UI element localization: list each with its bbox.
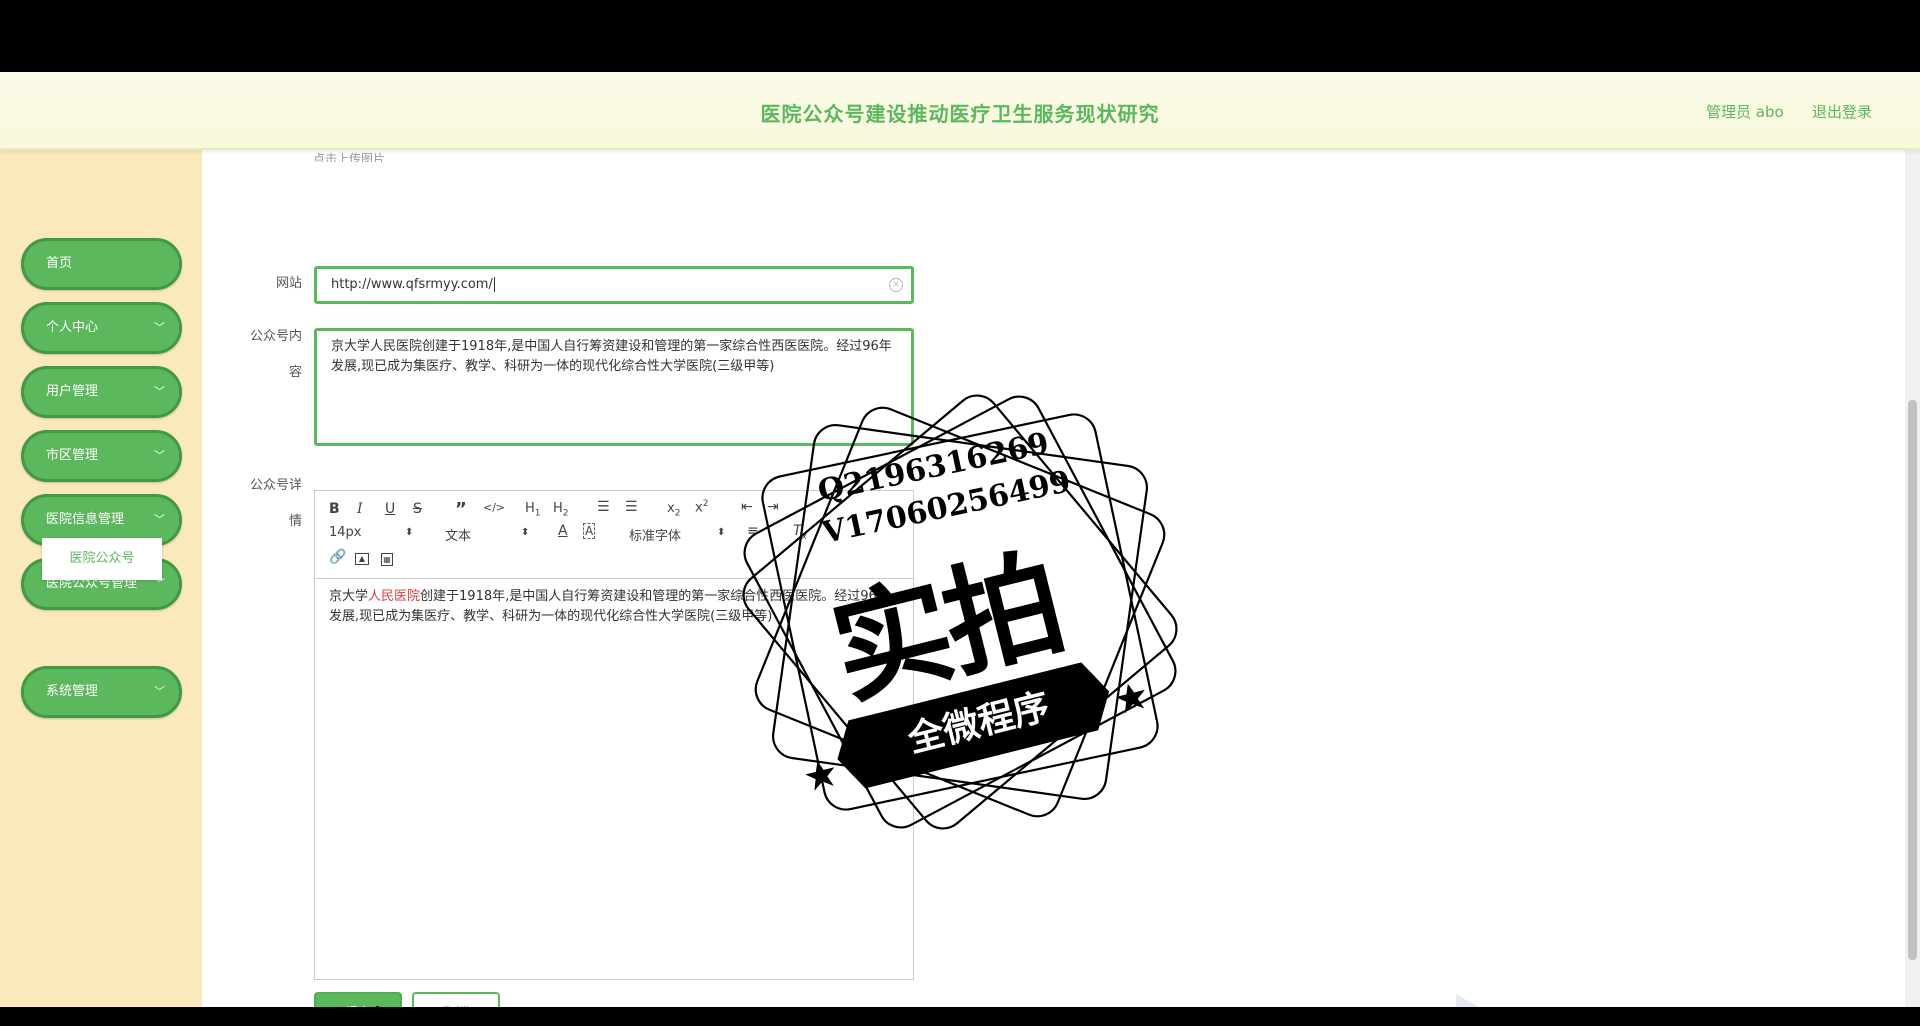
app-window: 医院公众号建设推动医疗卫生服务现状研究 管理员 abo 退出登录 首页 个人中心… [0, 72, 1920, 1007]
strikethrough-icon[interactable]: S [413, 501, 422, 517]
content-textarea[interactable]: 京大学人民医院创建于1918年,是中国人自行筹资建设和管理的第一家综合性西医医院… [314, 328, 914, 446]
page-title: 医院公众号建设推动医疗卫生服务现状研究 [760, 102, 1160, 126]
paragraph-value: 文本 [445, 529, 472, 544]
submit-button[interactable]: 提交 [314, 992, 402, 1007]
link-icon[interactable]: 🔗 [329, 549, 346, 565]
heading1-icon[interactable]: H1 [525, 501, 541, 519]
subscript-icon[interactable]: x2 [667, 501, 680, 519]
sidebar: 首页 个人中心 ﹀ 用户管理 ﹀ 市区管理 ﹀ 医院信息管理 ﹀ 医院公众号管理… [0, 150, 202, 1007]
italic-icon[interactable]: I [357, 501, 363, 517]
code-icon[interactable]: </> [483, 501, 505, 514]
image-icon[interactable]: ▲ [355, 553, 369, 565]
content-label-line1: 公众号内 [249, 329, 302, 344]
chevron-down-icon: ﹀ [154, 449, 165, 462]
website-input[interactable]: http://www.qfsrmyy.com/ × [314, 266, 914, 304]
upload-hint: 点击上传图片 [313, 152, 386, 162]
content-label: 公众号内 容 [232, 327, 302, 383]
font-family-value: 标准字体 [629, 529, 682, 544]
sidebar-item-home[interactable]: 首页 [21, 238, 182, 290]
sidebar-item-label: 医院信息管理 [46, 512, 125, 527]
black-bar-bottom [0, 1007, 1920, 1026]
editor-toolbar: B I U S ” </> H1 H2 ☰ ☰ x2 x2 ⇤ ⇥ 14px ⬍… [315, 491, 913, 579]
scrollbar-thumb[interactable] [1908, 400, 1917, 960]
clear-format-icon[interactable]: Tx [793, 523, 807, 542]
editor-text-red: 人民医院 [368, 589, 421, 604]
black-bar-top [0, 0, 1920, 72]
font-size-value: 14px [329, 525, 362, 540]
paragraph-select[interactable]: 文本 ⬍ [445, 525, 529, 544]
chevron-down-icon: ﹀ [154, 685, 165, 698]
sidebar-item-label: 个人中心 [46, 320, 99, 335]
heading2-icon[interactable]: H2 [553, 501, 569, 519]
cancel-button[interactable]: 取消 [412, 992, 500, 1007]
select-arrow-icon: ⬍ [521, 527, 530, 538]
chevron-down-icon: ﹀ [154, 321, 165, 334]
sidebar-item-label: 首页 [46, 256, 73, 271]
font-color-icon[interactable]: A [558, 523, 568, 539]
select-arrow-icon: ⬍ [717, 527, 726, 538]
logout-link[interactable]: 退出登录 [1812, 101, 1872, 122]
bold-icon[interactable]: B [329, 501, 340, 517]
clear-icon[interactable]: × [889, 278, 903, 292]
chevron-down-icon: ﹀ [154, 385, 165, 398]
content-label-line2: 容 [288, 365, 302, 380]
editor-text: 京大学 [329, 589, 369, 604]
select-arrow-icon: ⬍ [405, 527, 414, 538]
scrollbar[interactable] [1905, 150, 1920, 1007]
superscript-icon[interactable]: x2 [695, 499, 708, 515]
editor-content[interactable]: 京大学人民医院创建于1918年,是中国人自行筹资建设和管理的第一家综合性西医医院… [329, 587, 899, 627]
header: 医院公众号建设推动医疗卫生服务现状研究 管理员 abo 退出登录 [0, 72, 1920, 150]
sidebar-item-label: 市区管理 [46, 448, 99, 463]
website-input-value: http://www.qfsrmyy.com/ [331, 277, 493, 292]
sidebar-item-user-management[interactable]: 用户管理 ﹀ [21, 366, 182, 418]
faint-logo-icon [1456, 994, 1479, 1007]
website-label: 网站 [275, 276, 302, 291]
rich-text-editor[interactable]: B I U S ” </> H1 H2 ☰ ☰ x2 x2 ⇤ ⇥ 14px ⬍… [314, 490, 914, 980]
sidebar-subitem-hospital-official-account[interactable]: 医院公众号 [42, 538, 162, 580]
admin-user-label: 管理员 abo [1706, 103, 1784, 121]
video-icon[interactable]: ▦ [381, 553, 393, 566]
chevron-down-icon: ﹀ [154, 513, 165, 526]
sidebar-item-personal-center[interactable]: 个人中心 ﹀ [21, 302, 182, 354]
indent-increase-icon[interactable]: ⇥ [767, 499, 779, 515]
background-color-icon[interactable]: A [583, 523, 596, 539]
blockquote-icon[interactable]: ” [455, 499, 467, 520]
bullet-list-icon[interactable]: ☰ [625, 499, 638, 515]
detail-label-line2: 情 [288, 514, 302, 529]
indent-decrease-icon[interactable]: ⇤ [741, 499, 753, 515]
sidebar-item-system-management[interactable]: 系统管理 ﹀ [21, 666, 182, 718]
detail-label-line1: 公众号详 [249, 478, 302, 493]
sidebar-item-label: 系统管理 [46, 684, 99, 699]
sidebar-item-district-management[interactable]: 市区管理 ﹀ [21, 430, 182, 482]
detail-label: 公众号详 情 [232, 476, 302, 532]
font-family-select[interactable]: 标准字体 ⬍ [629, 525, 725, 544]
ordered-list-icon[interactable]: ☰ [597, 499, 610, 515]
font-size-select[interactable]: 14px ⬍ [329, 525, 413, 540]
sidebar-item-label: 用户管理 [46, 384, 99, 399]
underline-icon[interactable]: U [385, 501, 395, 517]
align-icon[interactable]: ≡ [747, 523, 759, 539]
